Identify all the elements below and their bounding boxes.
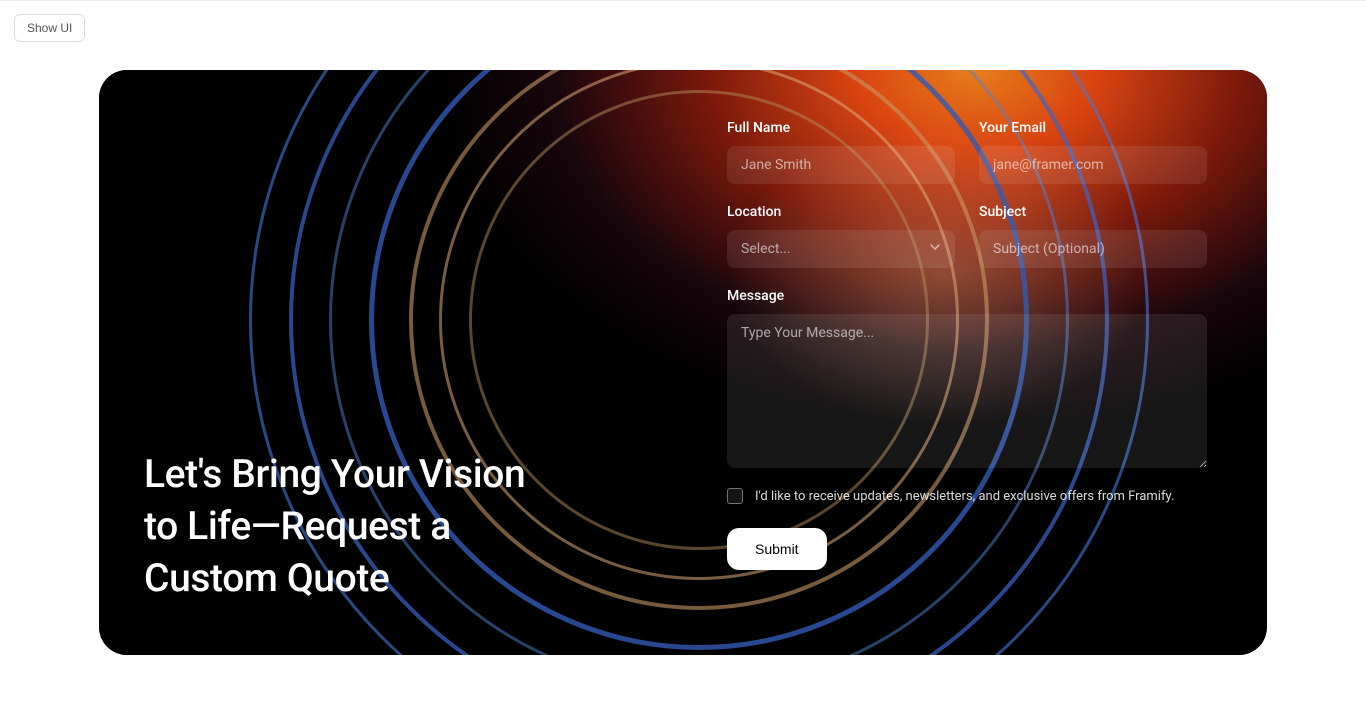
location-label: Location <box>727 204 955 220</box>
top-divider <box>0 0 1366 1</box>
quote-card: Let's Bring Your Vision to Life—Request … <box>99 70 1267 655</box>
submit-button[interactable]: Submit <box>727 528 827 570</box>
hero-heading: Let's Bring Your Vision to Life—Request … <box>144 449 564 605</box>
location-select-placeholder: Select... <box>741 241 791 257</box>
subject-input[interactable] <box>979 230 1207 268</box>
full-name-label: Full Name <box>727 120 955 136</box>
quote-form: Full Name Your Email Location Select... <box>727 120 1207 570</box>
email-input[interactable] <box>979 146 1207 184</box>
newsletter-checkbox[interactable] <box>727 488 743 504</box>
message-label: Message <box>727 288 1207 304</box>
message-textarea[interactable] <box>727 314 1207 468</box>
location-select[interactable]: Select... <box>727 230 955 268</box>
chevron-down-icon <box>929 241 941 257</box>
newsletter-checkbox-label: I'd like to receive updates, newsletters… <box>755 489 1174 504</box>
show-ui-button[interactable]: Show UI <box>14 14 85 42</box>
subject-label: Subject <box>979 204 1207 220</box>
full-name-input[interactable] <box>727 146 955 184</box>
email-label: Your Email <box>979 120 1207 136</box>
